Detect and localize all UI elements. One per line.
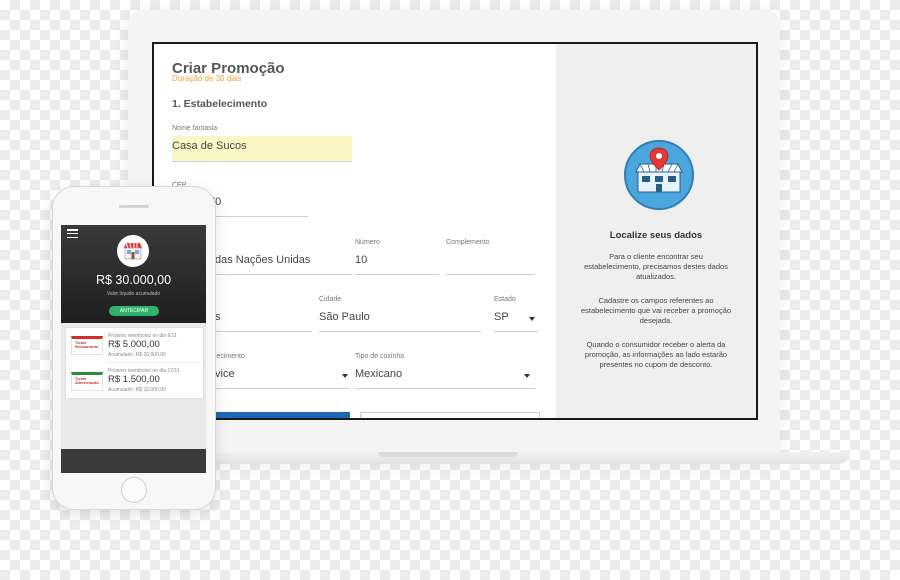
phone-header: R$ 30.000,00 Valor líquido acumulado ANT… <box>61 225 206 323</box>
ticket-logo: Ticket Alimentação <box>71 372 103 391</box>
list-item[interactable]: Ticket Restaurante Próximo reembolso no … <box>66 328 203 363</box>
numero-underline <box>355 274 439 275</box>
cidade-value[interactable]: São Paulo <box>319 311 370 323</box>
phone-bottom-bar <box>61 449 206 473</box>
phone-speaker <box>119 205 149 208</box>
help-paragraph-2: Cadastre os campos referentes ao estabel… <box>580 296 732 325</box>
section-heading: 1. Estabelecimento <box>172 98 268 110</box>
laptop-notch <box>378 452 518 457</box>
reimbursement-list: Ticket Restaurante Próximo reembolso no … <box>65 327 204 399</box>
phone-frame: R$ 30.000,00 Valor líquido acumulado ANT… <box>52 186 216 510</box>
nome-fantasia-value[interactable]: Casa de Sucos <box>172 140 247 152</box>
balance-amount: R$ 30.000,00 <box>95 273 172 287</box>
accumulated-text: Acumulado: R$ 10.000,00 <box>108 387 166 393</box>
home-button[interactable] <box>121 477 147 503</box>
store-avatar <box>117 235 149 267</box>
phone-screen: R$ 30.000,00 Valor líquido acumulado ANT… <box>61 225 206 473</box>
tipo-cozinha-value[interactable]: Mexicano <box>355 368 402 380</box>
list-item[interactable]: Ticket Alimentação Próximo reembolso no … <box>66 364 203 398</box>
cidade-label: Cidade <box>319 296 342 303</box>
numero-value[interactable]: 10 <box>355 254 367 266</box>
divider <box>106 362 201 363</box>
cidade-underline <box>319 331 481 332</box>
tipo-cozinha-label: Tipo de cozinha <box>355 353 405 360</box>
help-panel: Localize seus dados Para o cliente encon… <box>556 44 756 418</box>
complemento-label: Complemento <box>446 239 490 246</box>
menu-icon[interactable] <box>67 229 78 240</box>
nome-fantasia-underline <box>172 161 352 162</box>
numero-label: Número <box>355 239 380 246</box>
page-subtitle: Duração de 30 dias <box>172 74 242 83</box>
reimbursement-amount: R$ 5.000,00 <box>108 339 160 350</box>
balance-caption: Valor líquido acumulado <box>106 291 161 297</box>
estado-chevron-down-icon[interactable] <box>529 317 535 321</box>
ticket-logo: Ticket Restaurante <box>71 336 103 355</box>
secondary-button[interactable] <box>360 412 540 418</box>
help-paragraph-1: Para o cliente encontrar seu estabelecim… <box>584 252 728 281</box>
tipo-cozinha-chevron-down-icon[interactable] <box>524 374 530 378</box>
estado-underline <box>494 331 538 332</box>
nome-fantasia-label: Nome fantasia <box>172 125 218 132</box>
tipo-cozinha-underline <box>355 388 535 389</box>
complemento-underline <box>446 274 534 275</box>
estado-value[interactable]: SP <box>494 311 509 323</box>
store-location-icon <box>624 140 694 210</box>
accumulated-text: Acumulado: R$ 20.000,00 <box>108 352 166 358</box>
laptop-screen: Criar Promoção Duração de 30 dias 1. Est… <box>152 42 758 420</box>
help-title: Localize seus dados <box>609 230 703 241</box>
tipo-estabelecimento-chevron-down-icon[interactable] <box>342 374 348 378</box>
help-paragraph-3: Quando o consumidor receber o alerta da … <box>584 340 728 369</box>
estado-label: Estado <box>494 296 516 303</box>
antecipar-button[interactable]: ANTECIPAR <box>109 306 159 316</box>
reimbursement-amount: R$ 1.500,00 <box>108 374 160 385</box>
endereco-value[interactable]: …das Nações Unidas <box>204 254 310 266</box>
